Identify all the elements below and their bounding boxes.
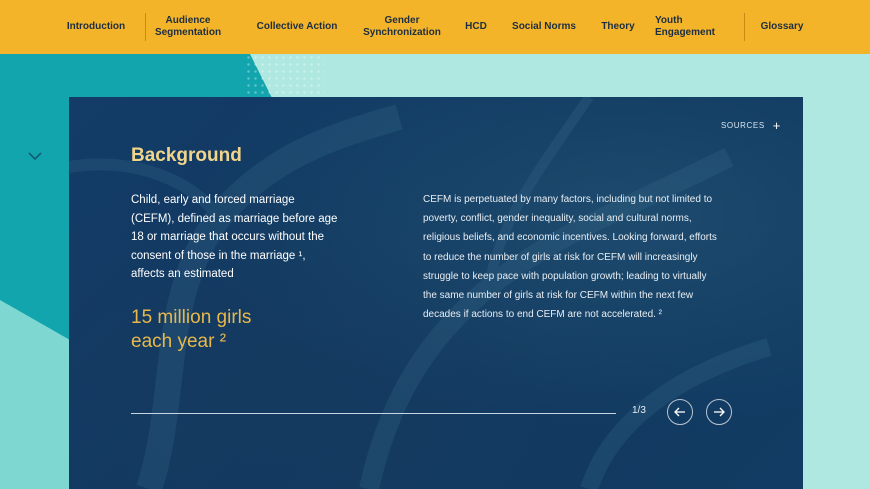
background-speckle [245, 54, 325, 99]
nav-collective-action[interactable]: Collective Action [252, 0, 342, 54]
intro-text: Child, early and forced marriage (CEFM),… [131, 194, 338, 280]
nav-social-norms[interactable]: Social Norms [508, 0, 580, 54]
section-title: Background [131, 145, 242, 166]
sources-label: SOURCES [721, 121, 765, 130]
prev-button[interactable] [667, 399, 693, 425]
top-nav: Introduction Audience Segmentation Colle… [0, 0, 870, 54]
nav-divider [744, 13, 745, 41]
nav-divider [145, 13, 146, 41]
nav-gender-synchronization[interactable]: Gender Synchronization [360, 0, 444, 54]
progress-line [131, 413, 616, 414]
nav-youth-engagement[interactable]: Youth Engagement [655, 0, 725, 54]
sources-toggle[interactable]: SOURCES + [721, 117, 781, 133]
content-card: SOURCES + Background Child, early and fo… [69, 97, 803, 489]
arrow-left-icon [674, 407, 685, 417]
nav-audience-segmentation[interactable]: Audience Segmentation [155, 0, 221, 54]
next-button[interactable] [706, 399, 732, 425]
arrow-right-icon [714, 407, 725, 417]
body-text: CEFM is perpetuated by many factors, inc… [423, 194, 717, 321]
nav-hcd[interactable]: HCD [460, 0, 492, 54]
chevron-down-icon[interactable] [27, 150, 43, 162]
stat-highlight: 15 million girls each year ² [131, 306, 251, 354]
nav-glossary[interactable]: Glossary [756, 0, 808, 54]
stat-line-2: each year ² [131, 331, 227, 352]
stat-line-1: 15 million girls [131, 307, 252, 328]
nav-introduction[interactable]: Introduction [60, 0, 132, 54]
page-counter: 1/3 [632, 405, 646, 416]
nav-theory[interactable]: Theory [596, 0, 640, 54]
plus-icon: + [772, 117, 781, 133]
